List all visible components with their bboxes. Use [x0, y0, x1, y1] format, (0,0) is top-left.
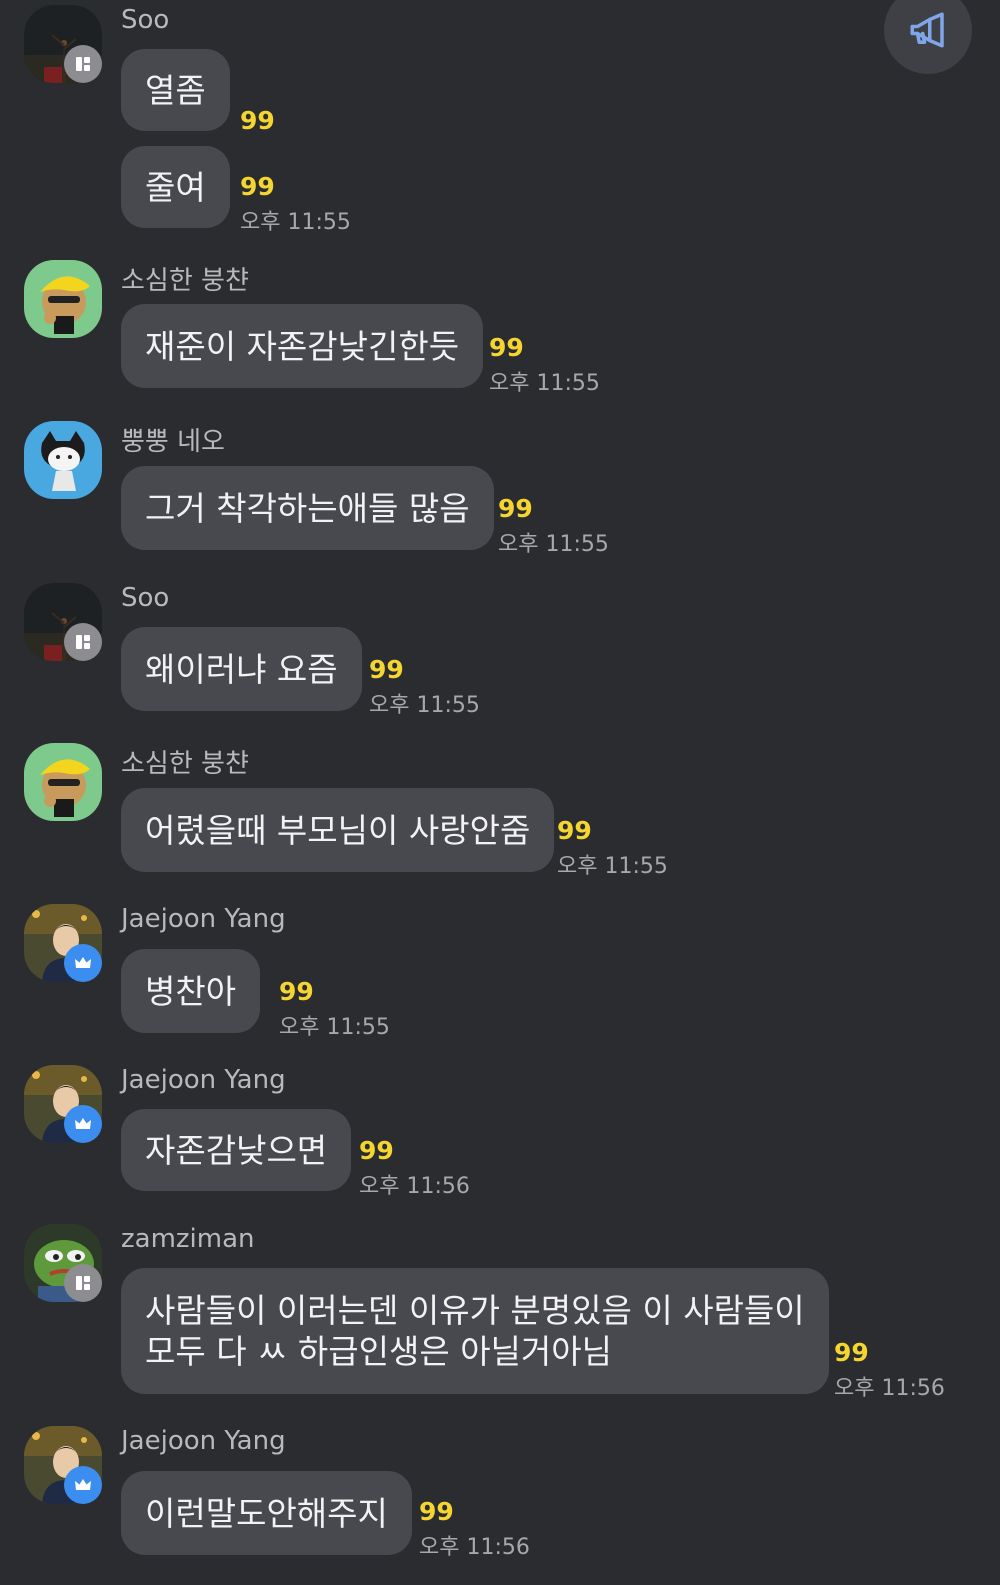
manager-badge: [64, 45, 102, 83]
avatar-neo[interactable]: [24, 421, 102, 499]
message-bubble[interactable]: 병찬아: [121, 949, 261, 1033]
sender-name: 소심한 붕챤: [121, 749, 249, 779]
message-bubble[interactable]: 자존감낮으면: [121, 1109, 352, 1191]
message-bubble[interactable]: 줄여: [121, 146, 230, 228]
unread-count: 99: [834, 1338, 869, 1367]
sender-name: Soo: [121, 583, 170, 613]
sender-name: Jaejoon Yang: [121, 904, 286, 934]
message-time: 오후 11:56: [359, 1174, 470, 1199]
unread-count: 99: [419, 1497, 454, 1526]
message-time: 오후 11:56: [419, 1535, 530, 1560]
sender-name: Soo: [121, 5, 170, 35]
message-time: 오후 11:55: [498, 532, 609, 557]
message-time: 오후 11:55: [369, 693, 480, 718]
manager-badge-icon: [76, 635, 90, 649]
unread-count: 99: [489, 333, 524, 362]
unread-count: 99: [359, 1136, 394, 1165]
crown-icon: [75, 1479, 91, 1490]
sender-name: 소심한 붕챤: [121, 266, 249, 296]
message-line: 사람들이 이러는덴 이유가 분명있음 이 사람들이: [145, 1291, 805, 1330]
unread-count: 99: [557, 816, 592, 845]
host-badge: [64, 1466, 102, 1504]
unread-count: 99: [369, 655, 404, 684]
message-time: 오후 11:55: [489, 371, 600, 396]
megaphone-icon: [910, 12, 944, 48]
message-bubble[interactable]: 열좀: [121, 49, 230, 131]
message-bubble[interactable]: 왜이러냐 요즘: [121, 627, 362, 711]
manager-badge-icon: [76, 1276, 90, 1290]
manager-badge-icon: [76, 57, 90, 71]
crown-icon: [75, 1118, 91, 1129]
unread-count: 99: [498, 494, 533, 523]
host-badge: [64, 944, 102, 982]
unread-count: 99: [279, 977, 314, 1006]
message-bubble[interactable]: 재준이 자존감낮긴한듯: [121, 304, 484, 388]
sender-name: 뿡뿡 네오: [121, 427, 225, 457]
message-bubble[interactable]: 이런말도안해주지: [121, 1471, 412, 1555]
unread-count: 99: [240, 172, 275, 201]
message-bubble[interactable]: 그거 착각하는애들 많음: [121, 466, 494, 550]
sender-name: zamziman: [121, 1224, 255, 1254]
host-badge: [64, 1105, 102, 1143]
message-time: 오후 11:55: [240, 210, 351, 235]
manager-badge: [64, 1264, 102, 1302]
message-time: 오후 11:56: [834, 1376, 945, 1401]
unread-count: 99: [240, 106, 275, 135]
manager-badge: [64, 623, 102, 661]
message-time: 오후 11:55: [557, 854, 668, 879]
crown-icon: [75, 957, 91, 968]
avatar-soshimhan[interactable]: [24, 743, 102, 821]
notice-button[interactable]: [884, 0, 972, 74]
message-bubble[interactable]: 사람들이 이러는덴 이유가 분명있음 이 사람들이 모두 다 ㅆ 하급인생은 아…: [121, 1268, 829, 1394]
sender-name: Jaejoon Yang: [121, 1426, 286, 1456]
sender-name: Jaejoon Yang: [121, 1065, 286, 1095]
message-bubble[interactable]: 어렸을때 부모님이 사랑안줌: [121, 788, 555, 872]
message-time: 오후 11:55: [279, 1015, 390, 1040]
avatar-soshimhan[interactable]: [24, 260, 102, 338]
message-line: 모두 다 ㅆ 하급인생은 아닐거아님: [145, 1332, 612, 1371]
